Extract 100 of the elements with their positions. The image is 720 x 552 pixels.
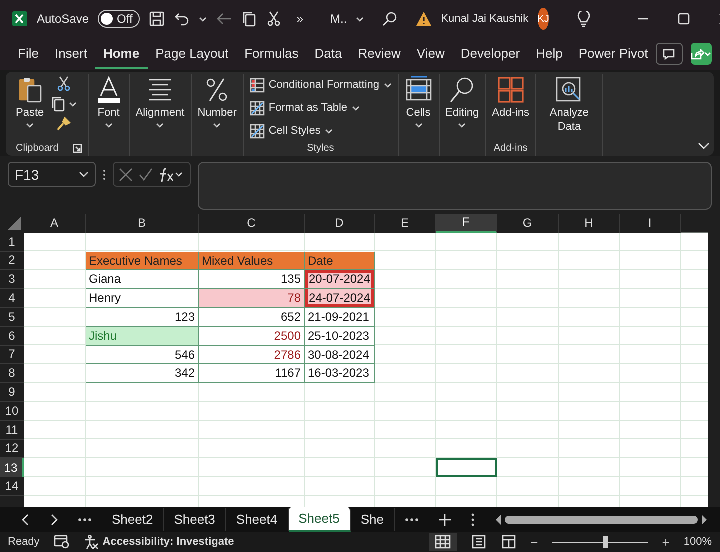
ribbon-tab[interactable]: Formulas xyxy=(236,40,307,68)
next-sheet-icon[interactable] xyxy=(50,514,58,526)
table-cell[interactable]: 21-09-2021 xyxy=(305,308,375,327)
row-header[interactable]: 13 xyxy=(0,458,24,478)
caret-icon[interactable] xyxy=(69,100,78,108)
zoom-slider[interactable] xyxy=(603,536,608,548)
caret-icon[interactable] xyxy=(356,16,364,22)
function-fx-icon[interactable] xyxy=(159,166,185,182)
selected-cell[interactable] xyxy=(436,458,497,478)
row-header[interactable]: 2 xyxy=(0,252,24,270)
column-header[interactable]: I xyxy=(620,214,681,233)
table-cell[interactable]: Giana xyxy=(86,270,199,290)
table-cell[interactable]: 135 xyxy=(199,270,305,290)
ribbon-button[interactable]: Add-ins xyxy=(492,74,530,120)
paste-button[interactable]: Paste xyxy=(16,74,44,129)
zoom-out-button[interactable]: − xyxy=(530,534,538,550)
ribbon-button[interactable]: Font xyxy=(94,74,123,129)
ribbon-button[interactable]: Alignment xyxy=(136,74,185,129)
normal-view-icon[interactable] xyxy=(428,533,457,551)
ribbon-tab[interactable]: View xyxy=(408,40,453,68)
table-cell[interactable]: Henry xyxy=(86,289,199,308)
zoom-level[interactable]: 100% xyxy=(684,536,712,548)
ribbon-tab[interactable]: Insert xyxy=(46,40,96,68)
macro-record-icon[interactable] xyxy=(54,535,70,549)
column-header[interactable]: F xyxy=(436,214,497,233)
caret-icon xyxy=(104,122,113,129)
table-cell[interactable]: 123 xyxy=(86,308,199,327)
back-arrow-icon xyxy=(216,11,232,27)
collapse-ribbon-icon[interactable] xyxy=(698,142,710,150)
ribbon-button[interactable]: Editing xyxy=(446,74,480,129)
caret-icon[interactable] xyxy=(198,16,207,22)
table-cell[interactable]: Executive Names xyxy=(86,252,199,270)
copy-icon[interactable] xyxy=(240,11,257,27)
table-cell[interactable]: 652 xyxy=(199,308,305,327)
search-icon[interactable] xyxy=(382,11,398,27)
table-cell[interactable]: 342 xyxy=(86,364,199,384)
comments-button[interactable] xyxy=(656,43,683,65)
sheet-tab[interactable]: She xyxy=(350,508,395,531)
ribbon-button[interactable]: Number xyxy=(198,74,237,129)
table-cell[interactable]: 30-08-2024 xyxy=(305,346,375,364)
row-header[interactable]: 7 xyxy=(0,346,24,364)
table-cell[interactable]: 20-07-2024 xyxy=(305,270,375,290)
more-sheets-icon[interactable] xyxy=(78,518,92,522)
ribbon-tab[interactable]: Help xyxy=(528,40,571,68)
ribbon-button[interactable]: Format as Table xyxy=(250,98,392,118)
formula-input[interactable] xyxy=(198,162,712,210)
options-icon[interactable] xyxy=(470,512,475,526)
avatar[interactable]: KJ xyxy=(538,8,550,30)
add-sheet-icon[interactable] xyxy=(438,514,451,526)
page-layout-icon[interactable] xyxy=(470,535,487,549)
ribbon-tab[interactable]: Power Pivot xyxy=(570,40,656,68)
sheet-tab[interactable]: Sheet5 xyxy=(288,507,351,532)
table-cell[interactable]: 2500 xyxy=(199,326,305,346)
column-header[interactable]: E xyxy=(375,214,436,233)
table-cell[interactable]: 1167 xyxy=(199,364,305,384)
zoom-in-button[interactable]: + xyxy=(662,534,670,550)
undo-icon[interactable] xyxy=(174,11,190,27)
column-header[interactable]: H xyxy=(559,214,620,233)
sheet-tab[interactable]: Sheet3 xyxy=(164,508,226,531)
maximize-icon[interactable] xyxy=(678,13,690,25)
previous-sheet-icon[interactable] xyxy=(22,514,30,526)
table-cell[interactable]: 24-07-2024 xyxy=(305,289,375,308)
file-name-button[interactable]: M.. xyxy=(330,12,348,26)
ribbon-button[interactable]: Analyze Data xyxy=(542,74,596,134)
column-header[interactable]: B xyxy=(86,214,199,233)
more-sheets-icon[interactable] xyxy=(404,518,419,522)
page-break-icon[interactable] xyxy=(500,535,517,549)
ribbon-button[interactable]: Cell Styles xyxy=(250,121,392,141)
column-header[interactable]: G xyxy=(497,214,559,233)
row-header[interactable]: 12 xyxy=(0,440,24,458)
table-cell[interactable]: 78 xyxy=(199,289,305,308)
share-button[interactable] xyxy=(690,43,712,65)
table-cell[interactable]: 2786 xyxy=(199,346,305,364)
dialog-launcher-icon[interactable] xyxy=(72,144,82,152)
table-cell[interactable]: Jishu xyxy=(86,326,199,346)
table-cell[interactable]: 16-03-2023 xyxy=(305,364,375,384)
accessibility-button[interactable]: Accessibility: Investigate xyxy=(84,534,234,550)
sheet-tab[interactable]: Sheet2 xyxy=(102,508,164,531)
table-cell[interactable]: 546 xyxy=(86,346,199,364)
column-header[interactable]: A xyxy=(24,214,86,233)
ribbon-tab[interactable]: Home xyxy=(95,40,148,68)
ribbon-tab[interactable]: Data xyxy=(306,40,350,68)
cut-icon[interactable] xyxy=(266,11,282,27)
ribbon-tab[interactable]: Page Layout xyxy=(148,40,237,68)
ribbon-tab[interactable]: Developer xyxy=(452,40,528,68)
more-button[interactable]: » xyxy=(296,12,304,26)
ribbon-button[interactable]: Cells xyxy=(404,74,433,129)
table-cell[interactable]: Date xyxy=(305,252,375,270)
ribbon-tab[interactable]: File xyxy=(12,40,47,68)
column-header[interactable]: D xyxy=(305,214,375,233)
column-header[interactable]: C xyxy=(199,214,305,233)
name-box[interactable]: F13 xyxy=(8,162,96,187)
ribbon-button[interactable]: Conditional Formatting xyxy=(250,75,392,95)
lightbulb-icon[interactable] xyxy=(576,11,592,27)
copy-icon[interactable] xyxy=(50,96,66,112)
autosave-toggle[interactable]: Off xyxy=(98,10,140,28)
table-cell[interactable]: 25-10-2023 xyxy=(305,326,375,346)
save-icon[interactable] xyxy=(148,11,165,27)
table-cell[interactable]: Mixed Values xyxy=(199,252,305,270)
ribbon-tab[interactable]: Review xyxy=(350,40,409,68)
